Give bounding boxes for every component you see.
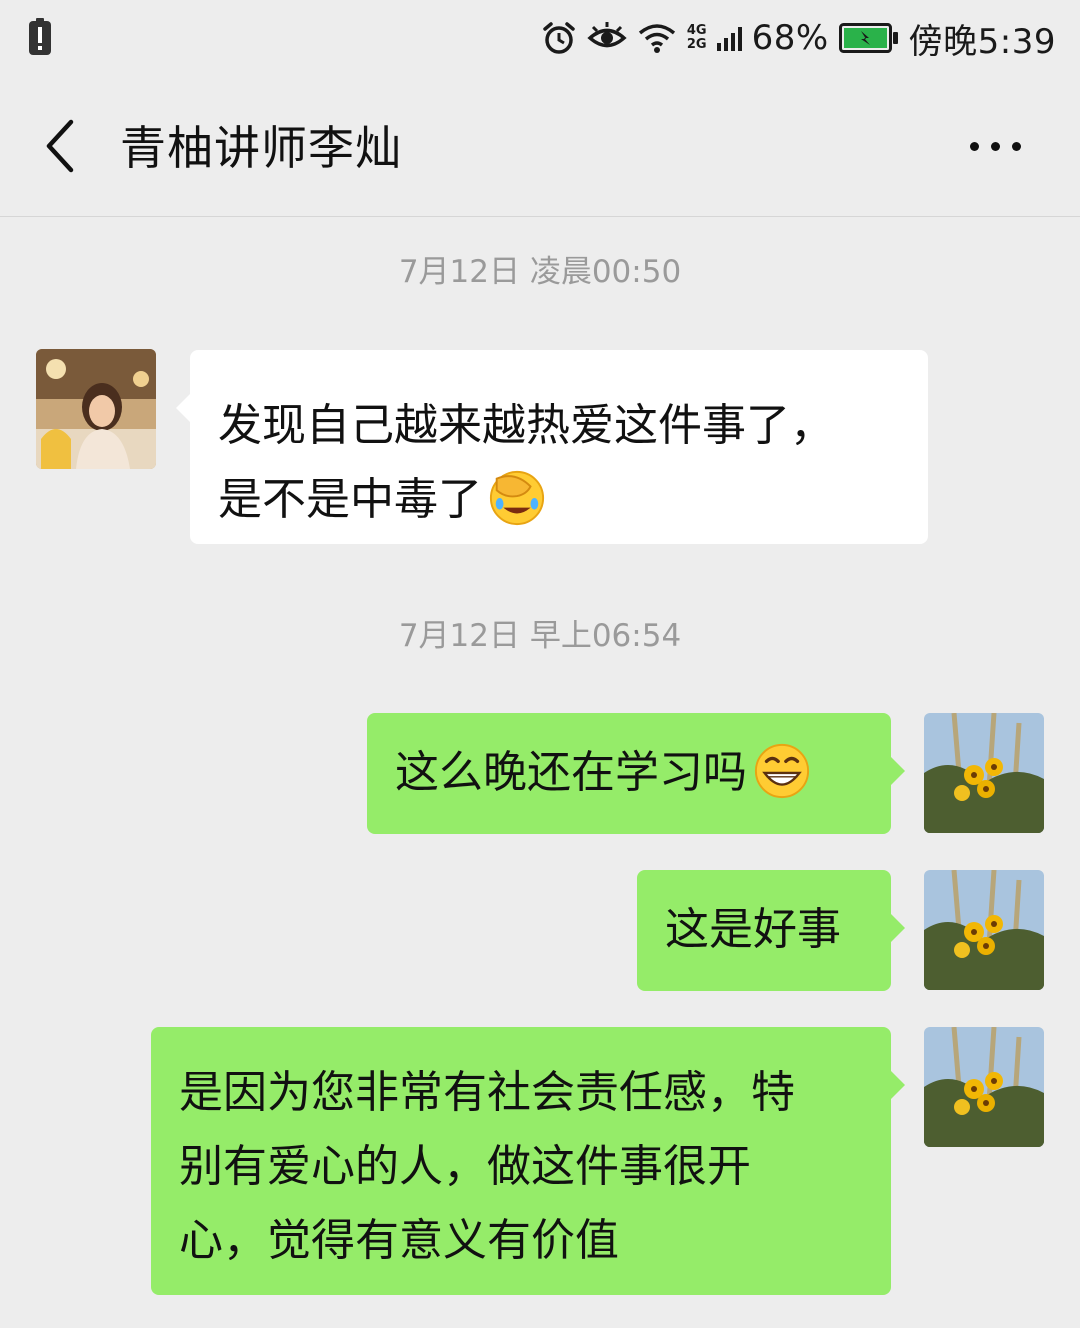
grinning-emoji — [754, 743, 810, 799]
my-avatar[interactable] — [924, 1027, 1044, 1147]
wifi-icon — [638, 24, 675, 53]
status-icons: 4G 2G 68% 傍晚5:39 — [541, 12, 1056, 64]
alert-icon — [29, 18, 51, 55]
outgoing-message-bubble[interactable]: 是因为您非常有社会责任感，特 别有爱心的人，做这件事很开 心，觉得有意义有价值 — [151, 1027, 905, 1295]
message-text-line: 心，觉得有意义有价值 — [179, 1215, 619, 1266]
chat-title: 青柚讲师李灿 — [120, 121, 402, 175]
sunflower-avatar-image — [924, 1027, 1044, 1147]
status-bar: 4G 2G 68% 傍晚5:39 — [0, 0, 1080, 76]
chat-screen: 4G 2G 68% 傍晚5:39 青柚讲师李灿 7月12日 凌晨00:50 发现… — [0, 0, 1080, 1328]
signal-icon — [716, 25, 742, 51]
network-top-label: 4G — [686, 23, 707, 38]
contact-avatar[interactable] — [36, 349, 156, 469]
contact-avatar-image — [36, 349, 156, 469]
my-avatar[interactable] — [924, 870, 1044, 990]
alarm-icon — [543, 22, 575, 54]
battery-charging-icon — [838, 23, 898, 53]
outgoing-message-bubble[interactable]: 这么晚还在学习吗 — [367, 713, 905, 834]
message-timestamp: 7月12日 早上06:54 — [398, 618, 682, 654]
sunflower-avatar-image — [924, 713, 1044, 833]
chevron-left-icon — [46, 119, 74, 173]
outgoing-message-bubble[interactable]: 这是好事 — [637, 870, 905, 991]
back-button[interactable] — [30, 106, 90, 186]
my-avatar[interactable] — [924, 713, 1044, 833]
message-text-line: 别有爱心的人，做这件事很开 — [179, 1141, 751, 1192]
network-bottom-label: 2G — [686, 37, 707, 52]
battery-percent: 68% — [751, 18, 829, 58]
message-timestamp: 7月12日 凌晨00:50 — [398, 254, 682, 290]
incoming-message-bubble[interactable]: 发现自己越来越热爱这件事了， 是不是中毒了 — [176, 350, 928, 544]
message-text-line: 发现自己越来越热爱这件事了， — [218, 400, 834, 451]
more-button[interactable] — [950, 116, 1040, 176]
facepalm-laughing-emoji — [489, 470, 545, 526]
eye-icon — [587, 22, 627, 48]
network-type: 4G 2G — [687, 24, 707, 52]
more-dots-icon — [969, 141, 979, 151]
clock: 傍晚5:39 — [908, 21, 1056, 62]
message-text-line: 是因为您非常有社会责任感，特 — [179, 1067, 795, 1118]
sunflower-avatar-image — [924, 870, 1044, 990]
chat-header: 青柚讲师李灿 — [0, 76, 1080, 217]
message-text-line: 是不是中毒了 — [218, 463, 928, 537]
message-text-line: 这是好事 — [665, 904, 841, 955]
message-text-line: 这么晚还在学习吗 — [395, 736, 891, 810]
